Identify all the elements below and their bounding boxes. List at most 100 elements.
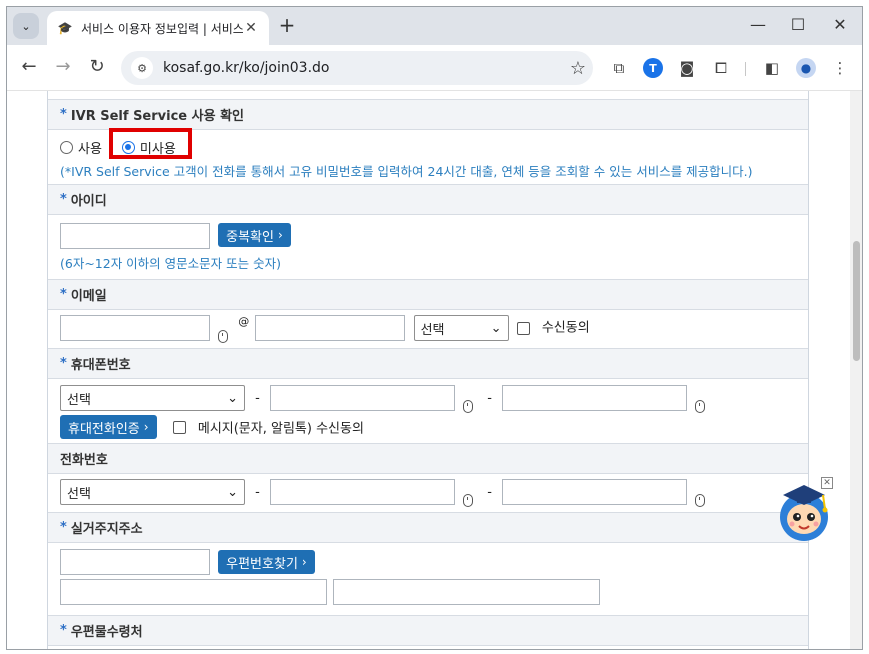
chevron-down-icon: ⌄: [227, 484, 238, 500]
highlight-box: [109, 128, 192, 159]
ivr-section-body: 사용 미사용 (*IVR Self Service 고객이 전화를 통해서 고유…: [48, 128, 808, 184]
chatbot-mascot-icon[interactable]: [775, 479, 833, 543]
copy-icon[interactable]: ⧉: [608, 57, 630, 79]
ivr-use-option[interactable]: 사용: [60, 138, 102, 157]
minimize-button[interactable]: —: [743, 15, 773, 34]
extension-t-icon[interactable]: T: [642, 57, 664, 79]
mobile-middle-input[interactable]: [269, 385, 455, 411]
zipcode-input[interactable]: [60, 549, 210, 575]
email-local-input[interactable]: [60, 315, 210, 341]
tab-search-button[interactable]: ⌄: [13, 13, 39, 39]
address-title: 실거주지주소: [70, 522, 143, 537]
email-domain-select[interactable]: 선택 ⌄: [413, 315, 509, 341]
email-section-body: @ 선택 ⌄ 수신동의: [48, 310, 808, 348]
required-mark: *: [60, 520, 67, 535]
required-mark: *: [60, 356, 67, 371]
chevron-down-icon: ⌄: [227, 390, 238, 406]
radio-use[interactable]: [60, 140, 73, 154]
chevron-right-icon: ›: [143, 420, 149, 434]
phone-area-select-value: 선택: [67, 486, 91, 502]
bookmark-star-icon[interactable]: ☆: [563, 58, 593, 79]
address-section-body: 우편번호찾기 ›: [48, 543, 808, 615]
mobile-consent-label: 메시지(문자, 알림톡) 수신동의: [197, 421, 364, 437]
signup-form: * IVR Self Service 사용 확인 사용 미사용 (*IVR Se…: [47, 91, 809, 649]
mobile-section-body: 선택 ⌄ - - 휴대전화인증 › 메시지(문자, 알림톡) 수신동의: [48, 379, 808, 443]
dash-separator: -: [255, 484, 260, 500]
id-input[interactable]: [60, 223, 210, 249]
extensions-puzzle-icon[interactable]: ⧠: [710, 57, 732, 79]
email-title: 이메일: [70, 289, 107, 304]
dash-separator: -: [487, 390, 492, 406]
chevron-down-icon: ⌄: [490, 320, 502, 336]
email-consent-label: 수신동의: [541, 320, 590, 336]
mouse-icon: [463, 494, 474, 507]
ivr-section-header: * IVR Self Service 사용 확인: [48, 99, 808, 130]
chevron-right-icon: ›: [301, 555, 307, 569]
dash-separator: -: [255, 390, 260, 406]
tab-title: 서비스 이용자 정보입력 | 서비스 이용: [81, 21, 243, 36]
find-zipcode-button[interactable]: 우편번호찾기 ›: [218, 550, 315, 574]
scrollbar-track[interactable]: [850, 91, 862, 649]
mail-receive-section-header: * 우편물수령처: [48, 615, 808, 646]
site-info-icon[interactable]: ⚙: [131, 57, 153, 79]
maximize-button[interactable]: ☐: [783, 15, 813, 34]
ivr-note: (*IVR Self Service 고객이 전화를 통해서 고유 비밀번호를 …: [60, 164, 753, 179]
ivr-title: IVR Self Service 사용 확인: [70, 109, 244, 124]
side-panel-icon[interactable]: ◧: [761, 57, 783, 79]
mobile-last-input[interactable]: [502, 385, 688, 411]
graduation-cap-icon: 🎓: [57, 21, 73, 35]
ivr-use-label: 사용: [78, 141, 102, 157]
mobile-section-header: * 휴대폰번호: [48, 348, 808, 379]
id-check-label: 중복확인: [226, 229, 274, 245]
required-mark: *: [60, 107, 67, 122]
mobile-verify-label: 휴대전화인증: [68, 421, 140, 437]
address-line2-input[interactable]: [333, 579, 601, 605]
required-mark: *: [60, 287, 67, 302]
email-domain-input[interactable]: [255, 315, 406, 341]
id-note: (6자~12자 이하의 영문소문자 또는 숫자): [60, 256, 281, 271]
id-section-body: 중복확인 › (6자~12자 이하의 영문소문자 또는 숫자): [48, 215, 808, 279]
close-window-button[interactable]: ✕: [825, 15, 855, 34]
url-text[interactable]: kosaf.go.kr/ko/join03.do: [163, 60, 563, 76]
mobile-verify-button[interactable]: 휴대전화인증 ›: [60, 415, 157, 439]
email-at-sign: @: [238, 315, 250, 328]
mouse-icon: [218, 330, 229, 343]
phone-last-input[interactable]: [502, 479, 688, 505]
address-section-header: * 실거주지주소: [48, 512, 808, 543]
page-content: * IVR Self Service 사용 확인 사용 미사용 (*IVR Se…: [7, 91, 862, 649]
mouse-icon: [695, 494, 706, 507]
camera-icon[interactable]: ◙: [676, 57, 698, 79]
reload-icon[interactable]: ↻: [85, 56, 109, 80]
required-mark: *: [60, 192, 67, 207]
browser-tab[interactable]: 🎓 서비스 이용자 정보입력 | 서비스 이용 ✕: [47, 11, 269, 45]
forward-arrow-icon[interactable]: →: [51, 56, 75, 80]
phone-title: 전화번호: [60, 453, 108, 468]
phone-section-header: 전화번호: [48, 443, 808, 474]
mail-receive-title: 우편물수령처: [70, 625, 143, 640]
id-check-button[interactable]: 중복확인 ›: [218, 223, 291, 247]
mobile-carrier-select[interactable]: 선택 ⌄: [60, 385, 245, 411]
tab-strip: ⌄ 🎓 서비스 이용자 정보입력 | 서비스 이용 ✕ + — ☐ ✕: [7, 7, 862, 45]
mobile-consent-checkbox[interactable]: [172, 420, 186, 434]
menu-kebab-icon[interactable]: ⋮: [829, 57, 851, 79]
close-tab-icon[interactable]: ✕: [243, 20, 259, 36]
back-arrow-icon[interactable]: ←: [17, 56, 41, 80]
required-mark: *: [60, 623, 67, 638]
new-tab-button[interactable]: +: [277, 15, 297, 36]
id-section-header: * 아이디: [48, 184, 808, 215]
toolbar-divider: [745, 62, 746, 76]
email-domain-select-value: 선택: [420, 322, 445, 338]
profile-avatar-icon[interactable]: ●: [795, 57, 817, 79]
mobile-title: 휴대폰번호: [70, 358, 131, 373]
address-line1-input[interactable]: [60, 579, 327, 605]
scrollbar-thumb[interactable]: [853, 241, 860, 361]
phone-middle-input[interactable]: [269, 479, 455, 505]
chevron-down-icon: ⌄: [21, 19, 31, 33]
phone-area-select[interactable]: 선택 ⌄: [60, 479, 245, 505]
dash-separator: -: [487, 484, 492, 500]
email-section-header: * 이메일: [48, 279, 808, 310]
address-bar[interactable]: ⚙ kosaf.go.kr/ko/join03.do ☆: [121, 51, 593, 85]
mobile-carrier-select-value: 선택: [67, 392, 91, 408]
browser-toolbar: ← → ↻ ⚙ kosaf.go.kr/ko/join03.do ☆ ⧉ T ◙…: [7, 45, 862, 91]
email-consent-checkbox[interactable]: [516, 321, 530, 335]
